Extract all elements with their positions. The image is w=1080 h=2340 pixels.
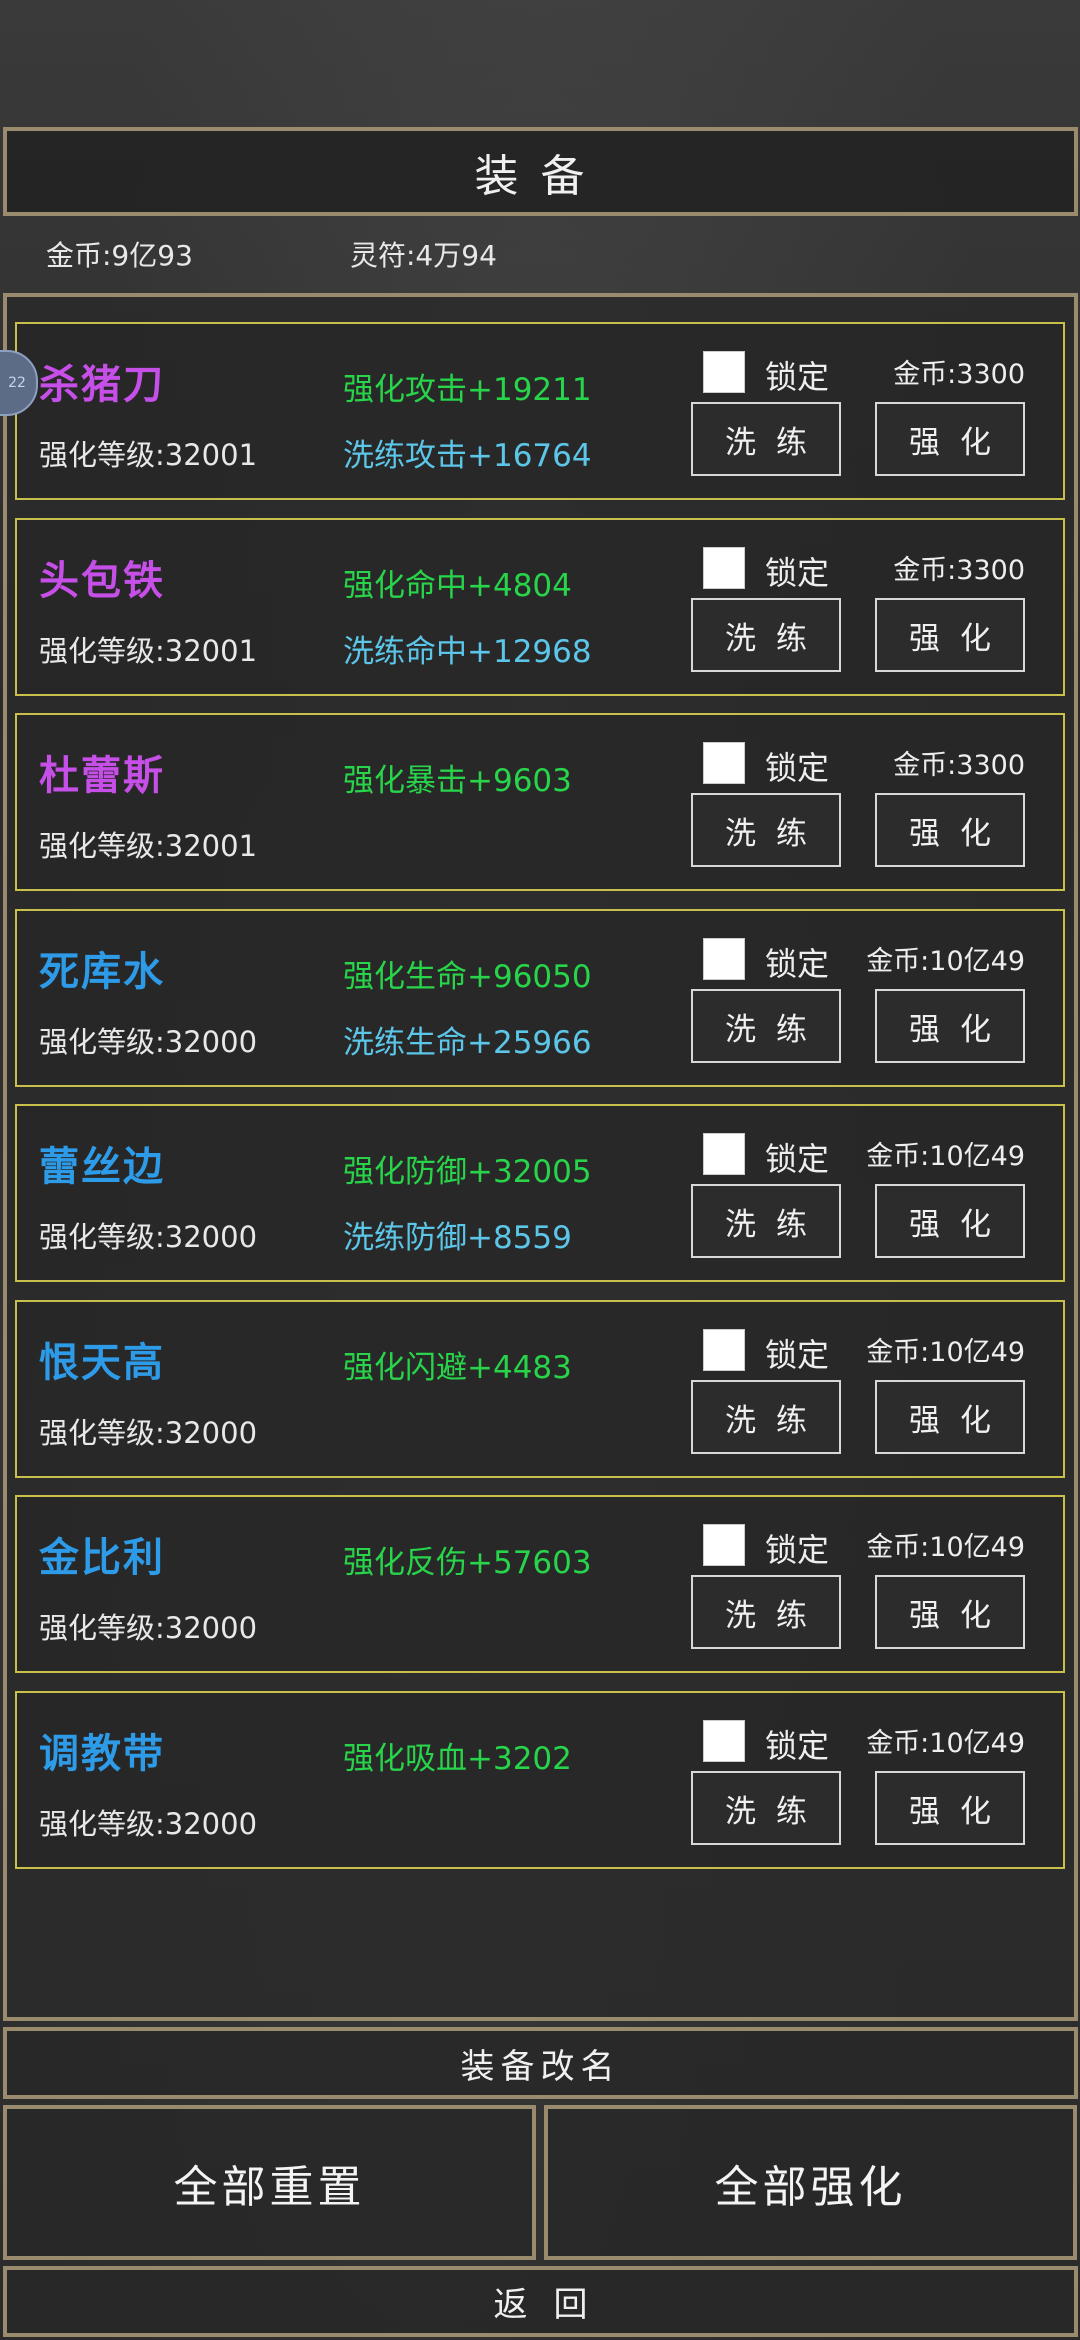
enhance-level: 强化等级:32001	[39, 829, 258, 863]
equipment-name: 恨天高	[39, 1340, 165, 1386]
enhance-button[interactable]: 强化	[875, 598, 1025, 672]
reset-all-button[interactable]: 全部重置	[3, 2105, 536, 2260]
refine-stat: 洗练防御+8559	[343, 1220, 572, 1256]
enhance-stat: 强化吸血+3202	[343, 1741, 572, 1777]
enhance-level: 强化等级:32000	[39, 1220, 258, 1254]
lock-label: 锁定	[765, 1140, 830, 1178]
enhance-button[interactable]: 强化	[875, 1575, 1025, 1649]
lock-label: 锁定	[765, 1336, 830, 1374]
enhance-cost: 金币:10亿49	[866, 1141, 1025, 1172]
refine-stat: 洗练攻击+16764	[343, 438, 592, 474]
enhance-stat: 强化生命+96050	[343, 959, 592, 995]
lock-label: 锁定	[765, 554, 830, 592]
enhance-stat: 强化攻击+19211	[343, 372, 592, 408]
refine-button[interactable]: 洗练	[691, 989, 841, 1063]
lock-checkbox[interactable]	[703, 547, 745, 589]
equipment-row: 恨天高强化等级:32000 强化闪避+4483 锁定 金币:10亿49 洗练 强化	[15, 1300, 1065, 1478]
enhance-level: 强化等级:32001	[39, 634, 258, 668]
refine-button[interactable]: 洗练	[691, 1184, 841, 1258]
lock-label: 锁定	[765, 1727, 830, 1765]
gold-balance: 金币:9亿93	[46, 239, 193, 272]
equipment-name: 蕾丝边	[39, 1144, 165, 1190]
lock-checkbox[interactable]	[703, 742, 745, 784]
enhance-level: 强化等级:32000	[39, 1807, 258, 1841]
enhance-all-button[interactable]: 全部强化	[544, 2105, 1077, 2260]
equipment-row: 调教带强化等级:32000 强化吸血+3202 锁定 金币:10亿49 洗练 强化	[15, 1691, 1065, 1869]
lock-checkbox[interactable]	[703, 938, 745, 980]
enhance-button[interactable]: 强化	[875, 1380, 1025, 1454]
equipment-name: 调教带	[39, 1731, 165, 1777]
refine-button[interactable]: 洗练	[691, 598, 841, 672]
refine-button[interactable]: 洗练	[691, 1771, 841, 1845]
equipment-row: 头包铁强化等级:32001 强化命中+4804 洗练命中+12968 锁定 金币:330…	[15, 518, 1065, 696]
lock-label: 锁定	[765, 1531, 830, 1569]
currency-row: 金币:9亿93 灵符:4万94	[46, 230, 1034, 274]
lock-label: 锁定	[765, 945, 830, 983]
enhance-cost: 金币:10亿49	[866, 1337, 1025, 1368]
lock-label: 锁定	[765, 749, 830, 787]
equipment-name: 杜蕾斯	[39, 753, 165, 799]
enhance-button[interactable]: 强化	[875, 1771, 1025, 1845]
refine-button[interactable]: 洗练	[691, 793, 841, 867]
enhance-cost: 金币:3300	[893, 555, 1025, 586]
enhance-button[interactable]: 强化	[875, 402, 1025, 476]
lock-checkbox[interactable]	[703, 1133, 745, 1175]
equipment-row: 蕾丝边强化等级:32000 强化防御+32005 洗练防御+8559 锁定 金币:10亿…	[15, 1104, 1065, 1282]
enhance-button[interactable]: 强化	[875, 1184, 1025, 1258]
enhance-level: 强化等级:32000	[39, 1025, 258, 1059]
enhance-level: 强化等级:32000	[39, 1416, 258, 1450]
lock-checkbox[interactable]	[703, 1329, 745, 1371]
lock-checkbox[interactable]	[703, 1524, 745, 1566]
equipment-name: 杀猪刀	[39, 362, 165, 408]
lock-checkbox[interactable]	[703, 1720, 745, 1762]
equipment-name: 死库水	[39, 949, 165, 995]
equipment-row: 金比利强化等级:32000 强化反伤+57603 锁定 金币:10亿49 洗练 强化	[15, 1495, 1065, 1673]
enhance-cost: 金币:3300	[893, 750, 1025, 781]
refine-button[interactable]: 洗练	[691, 1575, 841, 1649]
enhance-cost: 金币:3300	[893, 359, 1025, 390]
rune-balance: 灵符:4万94	[350, 239, 497, 272]
equipment-row: 杜蕾斯强化等级:32001 强化暴击+9603 锁定 金币:3300 洗练 强化	[15, 713, 1065, 891]
enhance-cost: 金币:10亿49	[866, 1532, 1025, 1563]
refine-button[interactable]: 洗练	[691, 402, 841, 476]
lock-checkbox[interactable]	[703, 351, 745, 393]
enhance-level: 强化等级:32001	[39, 438, 258, 472]
refine-stat: 洗练命中+12968	[343, 634, 592, 670]
enhance-stat: 强化闪避+4483	[343, 1350, 572, 1386]
lock-label: 锁定	[765, 358, 830, 396]
enhance-button[interactable]: 强化	[875, 989, 1025, 1063]
enhance-cost: 金币:10亿49	[866, 946, 1025, 977]
refine-button[interactable]: 洗练	[691, 1380, 841, 1454]
rename-equipment-button[interactable]: 装备改名	[3, 2027, 1078, 2099]
equipment-name: 头包铁	[39, 558, 165, 604]
equipment-row: 死库水强化等级:32000 强化生命+96050 洗练生命+25966 锁定 金币:10…	[15, 909, 1065, 1087]
enhance-stat: 强化命中+4804	[343, 568, 572, 604]
back-button[interactable]: 返回	[3, 2266, 1078, 2337]
enhance-cost: 金币:10亿49	[866, 1728, 1025, 1759]
enhance-stat: 强化防御+32005	[343, 1154, 592, 1190]
equipment-name: 金比利	[39, 1535, 165, 1581]
enhance-button[interactable]: 强化	[875, 793, 1025, 867]
enhance-stat: 强化暴击+9603	[343, 763, 572, 799]
refine-stat: 洗练生命+25966	[343, 1025, 592, 1061]
enhance-stat: 强化反伤+57603	[343, 1545, 592, 1581]
page-title: 装备	[3, 127, 1078, 216]
equipment-row: 杀猪刀强化等级:32001 强化攻击+19211 洗练攻击+16764 锁定 金币:33…	[15, 322, 1065, 500]
enhance-level: 强化等级:32000	[39, 1611, 258, 1645]
